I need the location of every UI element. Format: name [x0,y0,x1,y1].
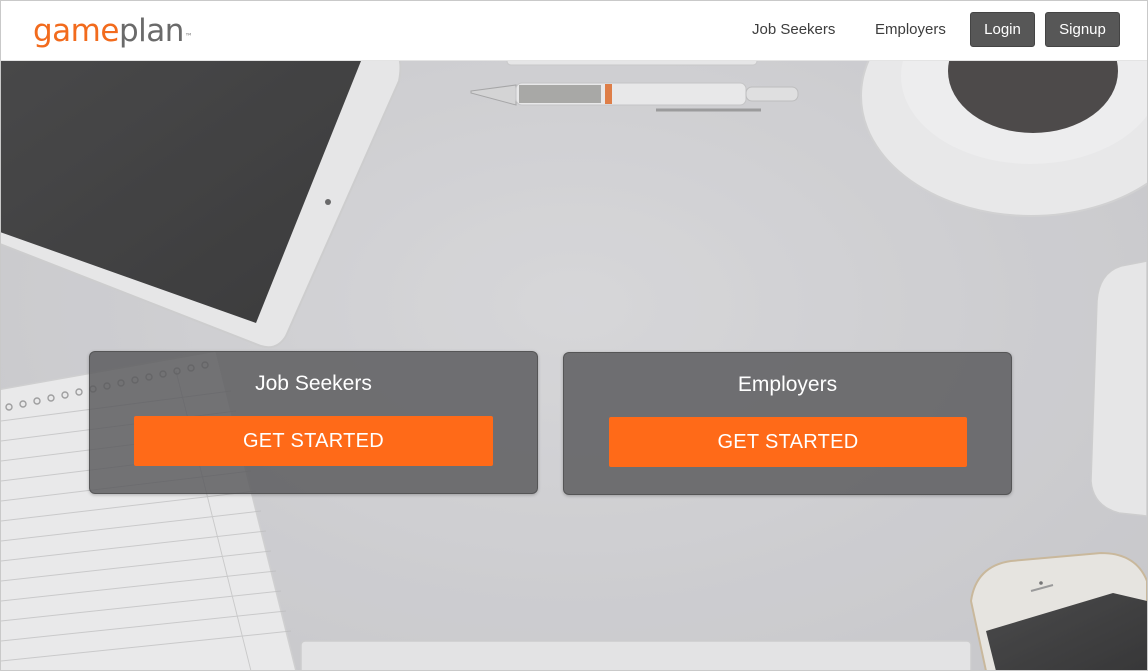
employers-card: Employers GET STARTED [563,352,1012,495]
signup-button[interactable]: Signup [1045,12,1120,47]
nav-link-employers[interactable]: Employers [875,21,946,39]
top-navbar: gameplan™ Job Seekers Employers Login Si… [1,1,1147,61]
logo-text-game: game [33,13,119,49]
job-seekers-card: Job Seekers GET STARTED [89,351,538,494]
logo-trademark: ™ [184,32,193,41]
hero-section: Job Seekers GET STARTED Employers GET ST… [1,61,1147,670]
employers-card-title: Employers [737,373,838,396]
login-button[interactable]: Login [970,12,1035,47]
nav-link-job-seekers[interactable]: Job Seekers [752,21,835,39]
job-seekers-card-title: Job Seekers [255,372,372,395]
logo-text-plan: plan [118,13,184,49]
job-seekers-get-started-button[interactable]: GET STARTED [134,416,493,466]
page: gameplan™ Job Seekers Employers Login Si… [0,0,1148,671]
employers-get-started-button[interactable]: GET STARTED [609,417,967,467]
gameplan-logo[interactable]: gameplan™ [33,11,193,51]
